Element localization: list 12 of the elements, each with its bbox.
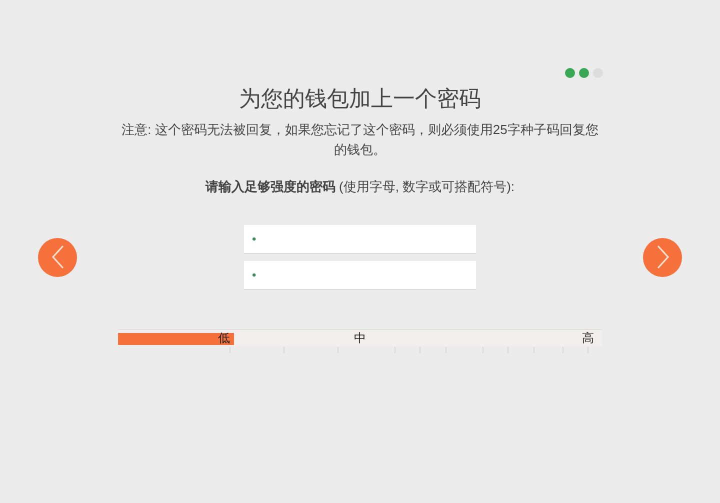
chevron-right-icon bbox=[654, 244, 670, 270]
password-field[interactable]: • bbox=[244, 225, 476, 253]
next-button[interactable] bbox=[643, 238, 682, 276]
strength-label: 中 bbox=[354, 330, 366, 346]
chevron-left-icon bbox=[50, 244, 66, 270]
strength-label: 低 bbox=[218, 330, 230, 346]
page-title: 为您的钱包加上一个密码 bbox=[239, 85, 481, 113]
strength-label: 高 bbox=[582, 330, 594, 346]
password-prompt: 请输入足够强度的密码 (使用字母, 数字或可搭配符号): bbox=[205, 178, 515, 196]
password-field[interactable]: • bbox=[244, 261, 476, 289]
warning-note: 注意: 这个密码无法被回复，如果您忘记了这个密码，则必须使用25字种子码回复您的钱包。 bbox=[120, 121, 600, 159]
back-button[interactable] bbox=[38, 238, 77, 276]
